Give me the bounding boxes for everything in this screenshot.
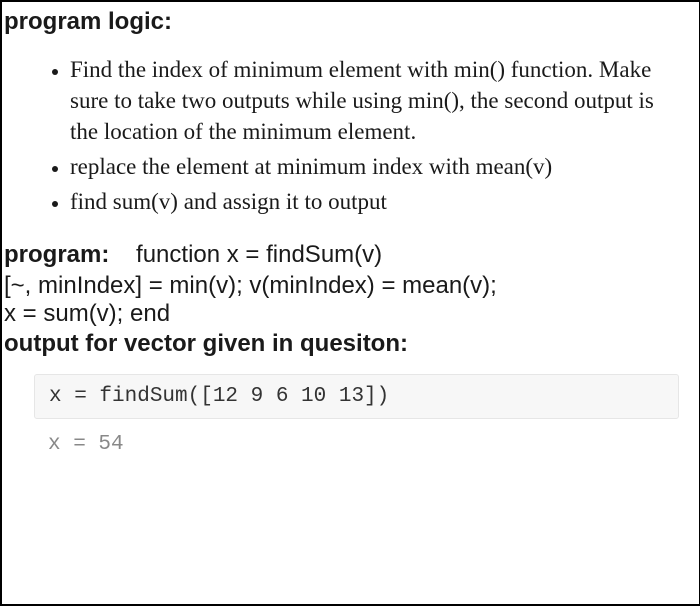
code-input-box: x = findSum([12 9 6 10 13]) — [34, 374, 679, 419]
program-logic-bullets: Find the index of minimum element with m… — [2, 44, 699, 239]
code-output-box: x = 54 — [34, 427, 679, 466]
program-signature: function x = findSum(v) — [136, 241, 382, 268]
program-body-line: [~, minIndex] = min(v); v(minIndex) = me… — [2, 272, 699, 300]
bullet-item: replace the element at minimum index wit… — [70, 151, 679, 182]
bullet-item: find sum(v) and assign it to output — [70, 186, 679, 217]
bullet-item: Find the index of minimum element with m… — [70, 54, 679, 147]
code-input-text: x = findSum([12 9 6 10 13]) — [49, 385, 389, 408]
program-label: program: — [4, 241, 109, 268]
program-logic-heading: program logic: — [2, 2, 699, 44]
code-output-text: x = 54 — [48, 433, 124, 456]
output-label: output for vector given in quesiton: — [2, 328, 699, 366]
program-body-line: x = sum(v); end — [2, 300, 699, 328]
program-block: program: function x = findSum(v) — [2, 239, 699, 271]
